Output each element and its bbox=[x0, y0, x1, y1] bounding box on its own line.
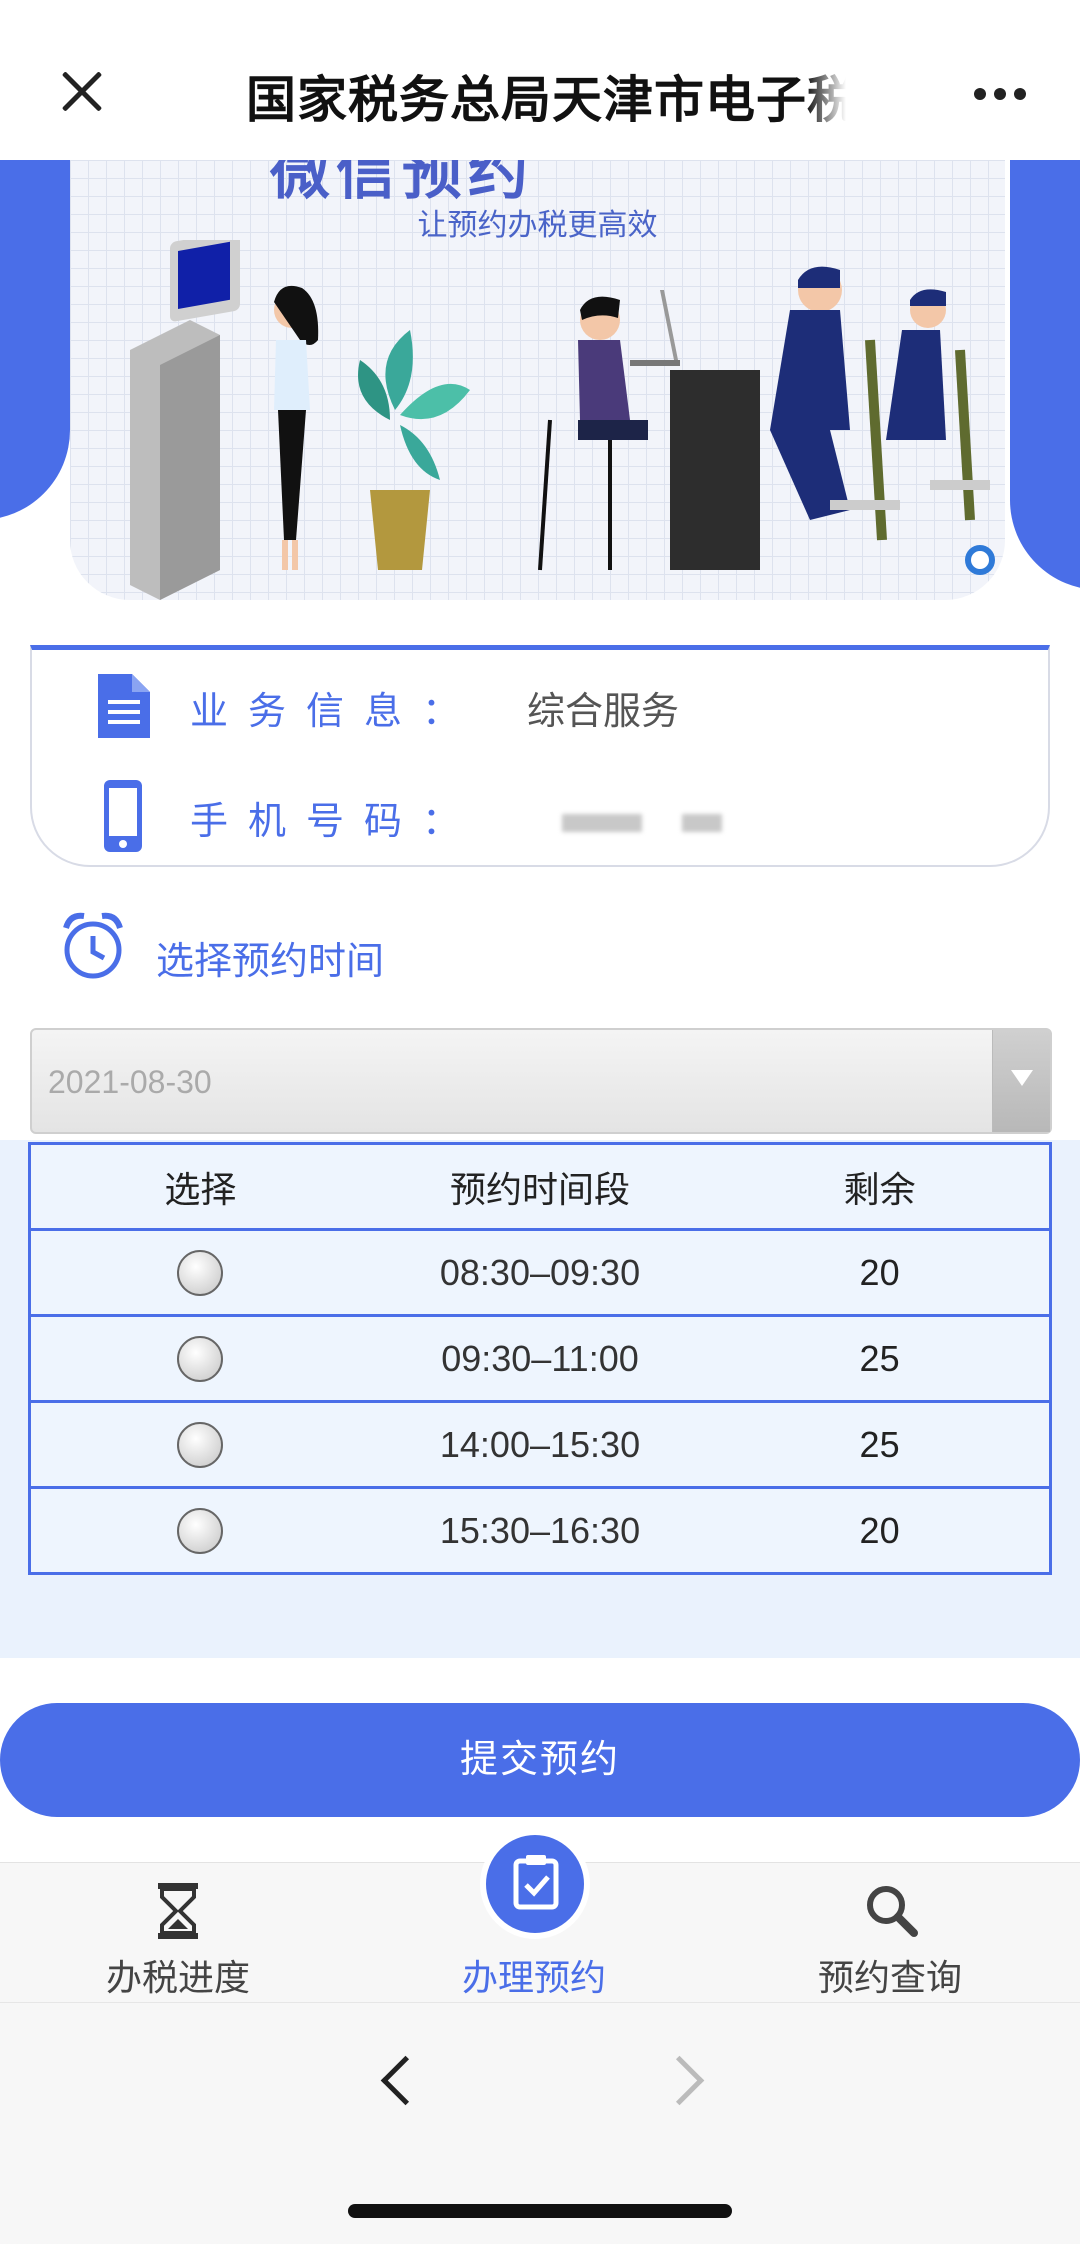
business-info-row: 业务信息： 综合服务 bbox=[62, 670, 1022, 750]
bottom-tab-bar: 办税进度 办理预约 预约查询 bbox=[0, 1829, 1080, 2003]
choose-time-row: 选择预约时间 bbox=[60, 910, 560, 990]
time-slot: 09:30–11:00 bbox=[369, 1314, 711, 1403]
choose-time-label: 选择预约时间 bbox=[156, 941, 385, 983]
tab-progress-label: 办税进度 bbox=[105, 1957, 250, 1998]
banner: 微信预约 让预约办税更高效 bbox=[0, 160, 1080, 620]
dropdown-arrow-icon[interactable] bbox=[992, 1030, 1050, 1132]
col-header-select: 选择 bbox=[29, 1142, 370, 1231]
tab-query[interactable]: 预约查询 bbox=[760, 1863, 1020, 2003]
radio-cell[interactable] bbox=[29, 1314, 370, 1403]
phone-row: 手机号码： bbox=[62, 780, 1022, 860]
radio-cell[interactable] bbox=[29, 1486, 370, 1575]
carousel-indicator[interactable] bbox=[965, 545, 995, 575]
submit-appointment-button[interactable]: 提交预约 bbox=[0, 1703, 1080, 1817]
banner-accent-right bbox=[1010, 160, 1080, 590]
remaining-count: 25 bbox=[710, 1314, 1051, 1403]
tab-book-fab[interactable] bbox=[480, 1829, 590, 1939]
table-row[interactable]: 09:30–11:00 25 bbox=[29, 1314, 1051, 1403]
woman-illustration bbox=[274, 285, 319, 570]
phone-value-redacted bbox=[562, 814, 642, 832]
tab-book-label: 办理预约 bbox=[461, 1957, 606, 1998]
tab-book[interactable]: 办理预约 bbox=[404, 1829, 664, 2003]
radio-cell[interactable] bbox=[29, 1400, 370, 1489]
phone-value-redacted-2 bbox=[682, 814, 722, 832]
time-slot: 08:30–09:30 bbox=[369, 1228, 711, 1317]
date-select[interactable]: 2021-08-30 bbox=[30, 1028, 1052, 1134]
time-slot-table: 选择 预约时间段 剩余 08:30–09:30 20 09:30–11:00 2… bbox=[28, 1142, 1052, 1575]
col-header-time: 预约时间段 bbox=[369, 1142, 711, 1231]
col-header-remaining: 剩余 bbox=[710, 1142, 1051, 1231]
tab-query-label: 预约查询 bbox=[817, 1957, 962, 1998]
table-row[interactable]: 15:30–16:30 20 bbox=[29, 1486, 1051, 1575]
title-fade bbox=[806, 60, 846, 130]
date-select-value: 2021-08-30 bbox=[48, 1064, 212, 1100]
close-icon[interactable] bbox=[52, 62, 112, 122]
home-indicator[interactable] bbox=[348, 2204, 732, 2218]
radio-button[interactable] bbox=[177, 1249, 224, 1296]
alarm-clock-icon bbox=[63, 912, 123, 979]
document-icon bbox=[98, 674, 150, 738]
radio-button[interactable] bbox=[177, 1335, 224, 1382]
more-icon[interactable] bbox=[970, 88, 1030, 102]
banner-illustration bbox=[130, 240, 990, 600]
top-bar: 国家税务总局天津市电子税 bbox=[0, 0, 1080, 160]
kiosk-illustration bbox=[130, 240, 240, 600]
table-row[interactable]: 08:30–09:30 20 bbox=[29, 1228, 1051, 1317]
time-slot: 14:00–15:30 bbox=[369, 1400, 711, 1489]
remaining-count: 25 bbox=[710, 1400, 1051, 1489]
radio-cell[interactable] bbox=[29, 1228, 370, 1317]
radio-button[interactable] bbox=[177, 1421, 224, 1468]
office-illustration bbox=[538, 266, 990, 571]
phone-label: 手机号码： bbox=[190, 801, 481, 843]
table-row[interactable]: 14:00–15:30 25 bbox=[29, 1400, 1051, 1489]
business-info-value: 综合服务 bbox=[527, 691, 680, 733]
page-title: 国家税务总局天津市电子税 bbox=[246, 60, 846, 130]
back-arrow-icon[interactable] bbox=[374, 2057, 424, 2107]
search-icon bbox=[867, 1886, 918, 1937]
plant-illustration bbox=[358, 330, 470, 570]
hourglass-icon bbox=[158, 1883, 198, 1939]
tab-progress[interactable]: 办税进度 bbox=[48, 1863, 308, 2003]
banner-subtitle: 让预约办税更高效 bbox=[417, 209, 658, 242]
remaining-count: 20 bbox=[710, 1228, 1051, 1317]
business-info-label: 业务信息： bbox=[190, 691, 481, 733]
forward-arrow-icon[interactable] bbox=[660, 2057, 710, 2107]
info-card: 业务信息： 综合服务 手机号码： bbox=[30, 645, 1050, 867]
phone-icon bbox=[104, 780, 142, 852]
remaining-count: 20 bbox=[710, 1486, 1051, 1575]
time-slot: 15:30–16:30 bbox=[369, 1486, 711, 1575]
banner-accent-left bbox=[0, 160, 70, 520]
table-header-row: 选择 预约时间段 剩余 bbox=[29, 1142, 1051, 1231]
page-title-text: 国家税务总局天津市电子税 bbox=[246, 72, 846, 128]
radio-button[interactable] bbox=[177, 1507, 224, 1554]
clipboard-check-icon bbox=[513, 1855, 559, 1910]
